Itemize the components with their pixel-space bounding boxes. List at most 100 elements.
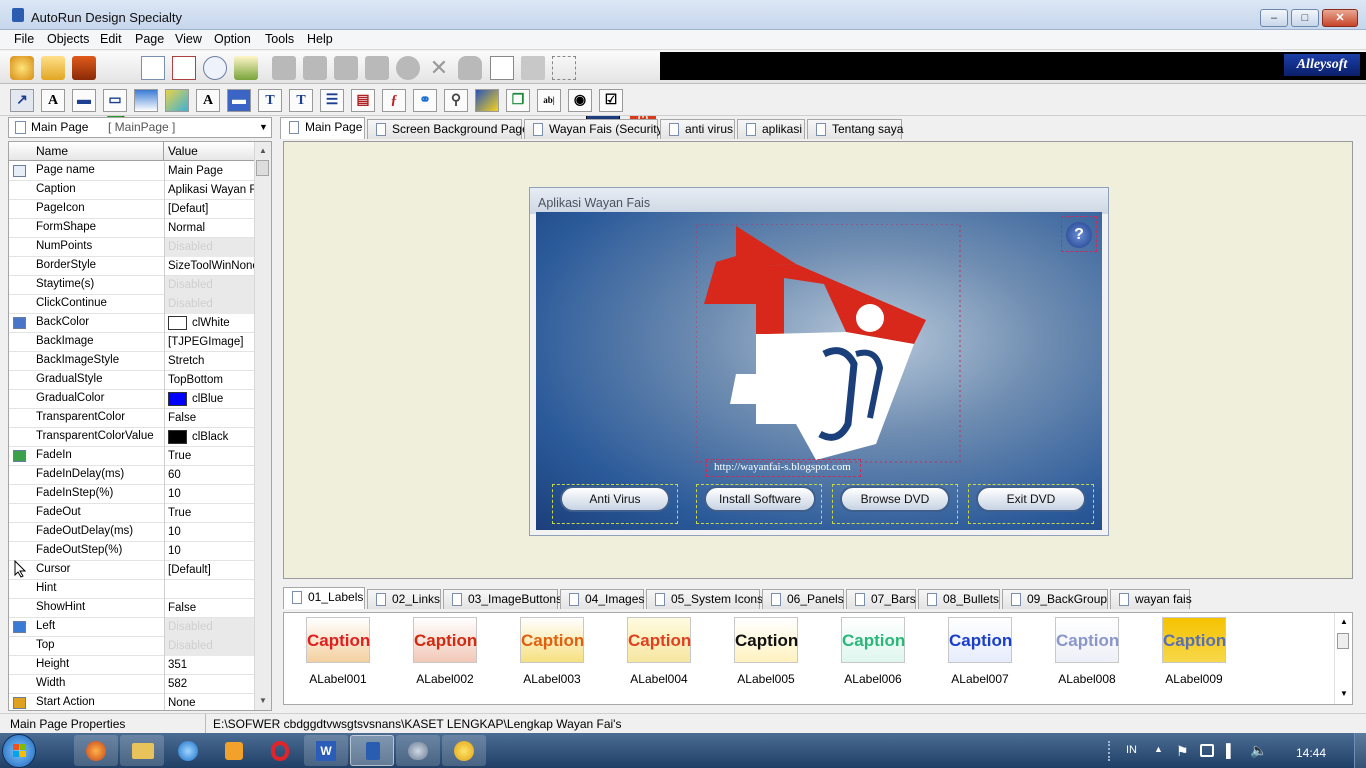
property-value[interactable]: Disabled bbox=[164, 618, 255, 637]
component-item[interactable]: Caption ALabel008 bbox=[1033, 617, 1125, 697]
property-row[interactable]: FadeOutDelay(ms) 10 bbox=[9, 523, 255, 542]
browser-tool-icon[interactable]: ⚭ bbox=[413, 89, 437, 112]
property-value[interactable]: True bbox=[164, 504, 255, 523]
property-value[interactable]: [TJPEGImage] bbox=[164, 333, 255, 352]
property-row[interactable]: BackImageStyle Stretch bbox=[9, 352, 255, 371]
tab-labels[interactable]: 01_Labels bbox=[283, 587, 365, 609]
wizard-icon[interactable] bbox=[10, 56, 34, 80]
scrollbar-thumb[interactable] bbox=[256, 160, 269, 176]
start-button[interactable] bbox=[2, 734, 36, 768]
blog-url-link[interactable]: http://wayanfai-s.blogspot.com bbox=[714, 461, 851, 473]
property-value[interactable]: False bbox=[164, 409, 255, 428]
radio-tool-icon[interactable]: ◉ bbox=[568, 89, 592, 112]
property-row[interactable]: Height 351 bbox=[9, 656, 255, 675]
flash-tool-icon[interactable]: ƒ bbox=[382, 89, 406, 112]
edit-tool-icon[interactable]: ab| bbox=[537, 89, 561, 112]
tray-expand-icon[interactable]: ▲ bbox=[1154, 744, 1163, 754]
delete-page-icon[interactable] bbox=[172, 56, 196, 80]
export-icon[interactable] bbox=[234, 56, 258, 80]
property-value[interactable]: TopBottom bbox=[164, 371, 255, 390]
tab-wayan-fais[interactable]: wayan fais bbox=[1110, 589, 1192, 609]
property-value[interactable]: [Default] bbox=[164, 561, 255, 580]
bar-tool-icon[interactable]: ▬ bbox=[227, 89, 251, 112]
menu-objects[interactable]: Objects bbox=[44, 32, 92, 46]
property-value[interactable]: Main Page bbox=[164, 162, 255, 181]
property-row[interactable]: FadeInStep(%) 10 bbox=[9, 485, 255, 504]
property-value[interactable]: Aplikasi Wayan Fa bbox=[164, 181, 255, 200]
property-row[interactable]: Start Action None bbox=[9, 694, 255, 710]
component-item[interactable]: Caption ALabel003 bbox=[498, 617, 590, 697]
property-row[interactable]: Width 582 bbox=[9, 675, 255, 694]
explorer-icon[interactable] bbox=[120, 735, 164, 766]
exit-dvd-button[interactable]: Exit DVD bbox=[976, 486, 1086, 512]
gradient-tool-icon[interactable] bbox=[134, 89, 158, 112]
property-value[interactable]: Stretch bbox=[164, 352, 255, 371]
opera-icon[interactable] bbox=[258, 735, 302, 766]
property-value[interactable]: False bbox=[164, 599, 255, 618]
property-value[interactable]: Disabled bbox=[164, 637, 255, 656]
property-row[interactable]: FadeIn True bbox=[9, 447, 255, 466]
copy-icon[interactable] bbox=[334, 56, 358, 80]
tab-links[interactable]: 02_Links bbox=[367, 589, 441, 609]
property-row[interactable]: GradualStyle TopBottom bbox=[9, 371, 255, 390]
scrollbar-thumb[interactable] bbox=[1337, 633, 1349, 649]
chevron-down-icon[interactable]: ▼ bbox=[259, 122, 268, 132]
property-row[interactable]: FadeOutStep(%) 10 bbox=[9, 542, 255, 561]
messenger-icon[interactable] bbox=[442, 735, 486, 766]
property-row[interactable]: FormShape Normal bbox=[9, 219, 255, 238]
save-icon[interactable] bbox=[72, 56, 96, 80]
tab-bars[interactable]: 07_Bars bbox=[846, 589, 916, 609]
component-item[interactable]: Caption ALabel006 bbox=[819, 617, 911, 697]
property-value[interactable]: Disabled bbox=[164, 295, 255, 314]
menu-page[interactable]: Page bbox=[132, 32, 167, 46]
close-button[interactable]: ✕ bbox=[1322, 9, 1358, 27]
component-item[interactable]: Caption ALabel007 bbox=[926, 617, 1018, 697]
property-value[interactable] bbox=[164, 580, 255, 599]
component-item[interactable]: Caption ALabel004 bbox=[605, 617, 697, 697]
media-player-icon[interactable] bbox=[212, 735, 256, 766]
property-row[interactable]: BorderStyle SizeToolWinNonel bbox=[9, 257, 255, 276]
ie-icon[interactable] bbox=[166, 735, 210, 766]
property-value[interactable]: [Defaut] bbox=[164, 200, 255, 219]
menu-option[interactable]: Option bbox=[211, 32, 254, 46]
redo-icon[interactable] bbox=[303, 56, 327, 80]
property-row[interactable]: TransparentColor False bbox=[9, 409, 255, 428]
network-icon[interactable]: ▌ bbox=[1226, 743, 1235, 758]
property-value[interactable]: 351 bbox=[164, 656, 255, 675]
search-tool-icon[interactable]: ⚲ bbox=[444, 89, 468, 112]
property-value[interactable]: Normal bbox=[164, 219, 255, 238]
property-row[interactable]: Caption Aplikasi Wayan Fa bbox=[9, 181, 255, 200]
tab-images[interactable]: 04_Images bbox=[560, 589, 644, 609]
word-icon[interactable]: W bbox=[304, 735, 348, 766]
cut-icon[interactable]: ✕ bbox=[427, 56, 451, 80]
list-tool-icon[interactable]: ▤ bbox=[351, 89, 375, 112]
property-value[interactable]: 10 bbox=[164, 542, 255, 561]
component-item[interactable]: Caption ALabel002 bbox=[391, 617, 483, 697]
browse-dvd-button[interactable]: Browse DVD bbox=[840, 486, 950, 512]
show-desktop-button[interactable] bbox=[1354, 733, 1366, 768]
tab-image-buttons[interactable]: 03_ImageButtons bbox=[443, 589, 562, 609]
help-icon[interactable]: ? bbox=[1066, 222, 1092, 248]
scroll-down-icon[interactable]: ▼ bbox=[259, 696, 267, 705]
image-button-tool-icon[interactable]: ▭ bbox=[103, 89, 127, 112]
property-row[interactable]: ClickContinue Disabled bbox=[9, 295, 255, 314]
property-row[interactable]: GradualColor clBlue bbox=[9, 390, 255, 409]
component-item[interactable]: Caption ALabel005 bbox=[712, 617, 804, 697]
property-value[interactable]: clBlue bbox=[164, 390, 255, 409]
volume-icon[interactable]: 🔈 bbox=[1250, 742, 1267, 759]
tool-icon[interactable] bbox=[396, 735, 440, 766]
property-row[interactable]: BackColor clWhite bbox=[9, 314, 255, 333]
property-value[interactable]: clWhite bbox=[164, 314, 255, 333]
property-row[interactable]: BackImage [TJPEGImage] bbox=[9, 333, 255, 352]
property-value[interactable]: clBlack bbox=[164, 428, 255, 447]
align-icon[interactable] bbox=[521, 56, 545, 80]
property-row[interactable]: PageIcon [Defaut] bbox=[9, 200, 255, 219]
new-page-icon[interactable] bbox=[141, 56, 165, 80]
textbox-tool-icon[interactable]: T bbox=[258, 89, 282, 112]
open-folder-icon[interactable] bbox=[41, 56, 65, 80]
lock-icon[interactable] bbox=[458, 56, 482, 80]
flag-icon[interactable]: ⚑ bbox=[1176, 743, 1189, 760]
tab-anti-virus[interactable]: anti virus bbox=[660, 119, 735, 139]
richtext-tool-icon[interactable]: T bbox=[289, 89, 313, 112]
tab-aplikasi[interactable]: aplikasi bbox=[737, 119, 805, 139]
